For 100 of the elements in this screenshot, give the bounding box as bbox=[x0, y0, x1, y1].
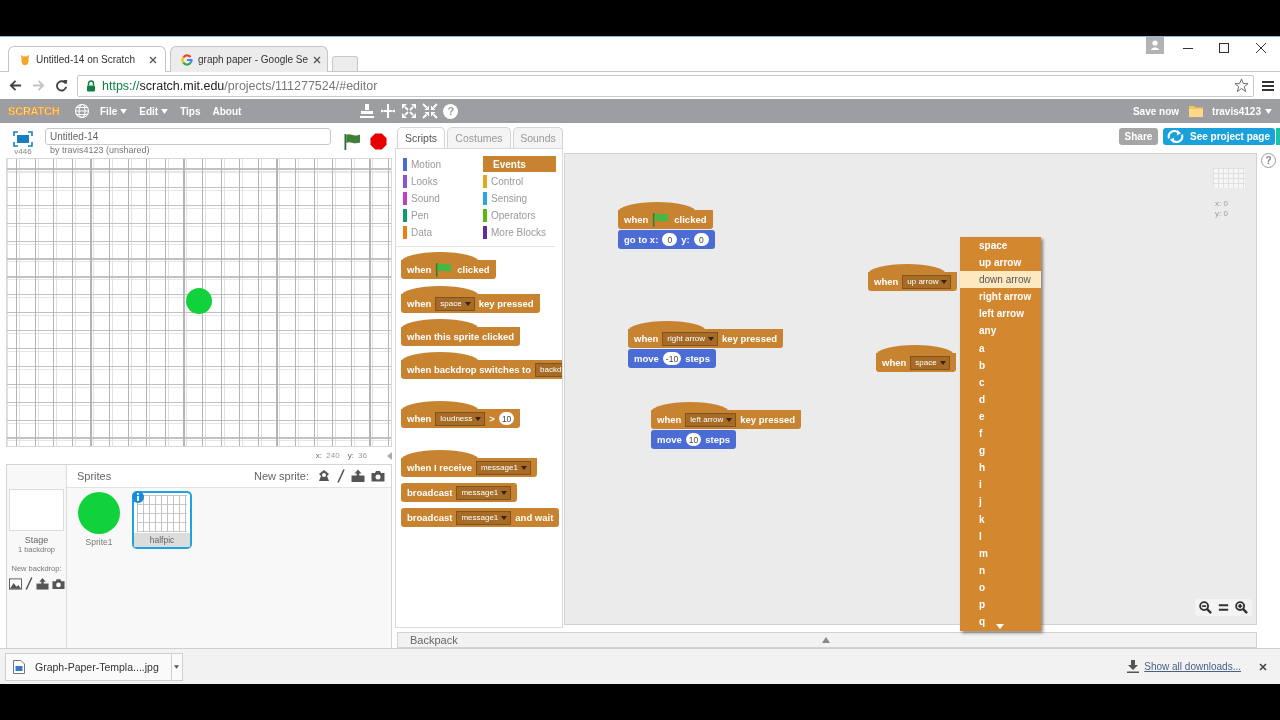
paintbrush-icon[interactable] bbox=[337, 469, 345, 483]
menu-item[interactable]: space bbox=[960, 237, 1041, 255]
menu-item[interactable]: Edit bbox=[139, 105, 169, 117]
hat-block[interactable]: when clicked bbox=[618, 202, 713, 229]
block-dropdown[interactable]: space bbox=[910, 355, 950, 370]
zoom-out-icon[interactable] bbox=[1199, 601, 1212, 614]
download-item[interactable]: Graph-Paper-Templa....jpg bbox=[5, 652, 171, 681]
menu-item[interactable]: k bbox=[960, 510, 1041, 528]
menu-item[interactable]: a bbox=[960, 339, 1041, 357]
show-all-downloads-link[interactable]: Show all downloads... bbox=[1144, 661, 1241, 672]
shrink-icon[interactable] bbox=[422, 103, 439, 119]
hat-block[interactable]: when space bbox=[876, 345, 956, 372]
command-block[interactable]: move 10 steps bbox=[651, 430, 737, 449]
menu-item[interactable]: i bbox=[960, 476, 1041, 494]
stamp-icon[interactable] bbox=[359, 103, 376, 119]
block-dropdown[interactable]: message1 bbox=[456, 485, 512, 500]
menu-item[interactable]: h bbox=[960, 459, 1041, 477]
block-dropdown[interactable]: message1 bbox=[475, 460, 531, 475]
camera-icon[interactable] bbox=[371, 469, 385, 483]
flag-icon[interactable] bbox=[343, 133, 361, 150]
category-item[interactable]: Sound bbox=[403, 190, 476, 206]
menu-item[interactable]: f bbox=[960, 425, 1041, 443]
menu-icon[interactable] bbox=[1262, 79, 1274, 92]
see-project-page-button[interactable]: See project page bbox=[1163, 128, 1275, 145]
hat-block[interactable]: when clicked bbox=[401, 252, 496, 279]
user-menu[interactable]: travis4123 bbox=[1212, 105, 1272, 117]
zoom-in-icon[interactable] bbox=[1235, 601, 1248, 614]
category-item[interactable]: Control bbox=[483, 173, 556, 189]
project-title-field[interactable]: Untitled-14 bbox=[45, 128, 331, 145]
browser-tab[interactable]: graph paper - Google Se bbox=[170, 46, 328, 72]
menu-item[interactable]: down arrow bbox=[960, 271, 1041, 289]
menu-item[interactable]: b bbox=[960, 356, 1041, 374]
address-bar[interactable]: https://scratch.mit.edu/projects/111277524/#editor bbox=[77, 74, 1254, 97]
menu-item[interactable]: About bbox=[212, 105, 242, 117]
menu-item[interactable]: e bbox=[960, 407, 1041, 426]
sprite-tile[interactable]: Sprite1 bbox=[74, 491, 124, 549]
command-block[interactable]: move -10 steps bbox=[628, 349, 716, 368]
image-icon[interactable] bbox=[8, 577, 22, 590]
palette-tab[interactable]: Sounds bbox=[513, 127, 563, 148]
hat-block[interactable]: when I receive message1 bbox=[401, 450, 537, 477]
star-icon[interactable] bbox=[1234, 78, 1249, 93]
menu-item[interactable]: any bbox=[960, 322, 1041, 340]
hat-block[interactable]: when up arrow bbox=[868, 264, 958, 291]
command-block[interactable]: broadcast message1 bbox=[401, 483, 518, 502]
menu-item[interactable]: n bbox=[960, 561, 1041, 579]
menu-item[interactable]: right arrow bbox=[960, 288, 1041, 306]
block-dropdown[interactable]: space bbox=[435, 296, 475, 311]
category-item[interactable]: Data bbox=[403, 224, 476, 240]
close-icon[interactable] bbox=[313, 55, 322, 64]
upload-icon[interactable] bbox=[351, 469, 365, 483]
sprite-tile[interactable]: halfpic bbox=[132, 491, 192, 549]
menu-item[interactable]: c bbox=[960, 373, 1041, 391]
close-icon[interactable] bbox=[149, 55, 157, 64]
globe-icon[interactable] bbox=[74, 103, 90, 119]
command-block[interactable]: broadcast message1 and wait bbox=[401, 508, 560, 527]
hat-block[interactable]: when this sprite clicked bbox=[401, 319, 521, 346]
category-item[interactable]: Looks bbox=[403, 173, 476, 189]
upload-icon[interactable] bbox=[35, 577, 49, 590]
fullscreen-icon[interactable] bbox=[13, 131, 33, 147]
block-dropdown[interactable]: message1 bbox=[456, 510, 512, 525]
info-icon[interactable] bbox=[132, 491, 144, 503]
menu-item[interactable]: Tips bbox=[180, 105, 201, 117]
stage-thumbnail[interactable] bbox=[9, 489, 64, 531]
menu-item[interactable]: j bbox=[960, 493, 1041, 511]
number-input[interactable]: 10 bbox=[685, 433, 702, 446]
category-item[interactable]: Pen bbox=[403, 207, 476, 223]
close-icon[interactable] bbox=[1259, 662, 1267, 671]
backpack-bar[interactable]: Backpack bbox=[397, 632, 1257, 648]
number-input[interactable]: 0 bbox=[693, 233, 709, 246]
menu-item[interactable]: o bbox=[960, 578, 1041, 596]
number-input[interactable]: -10 bbox=[662, 352, 682, 365]
category-item[interactable]: More Blocks bbox=[483, 224, 556, 240]
block-dropdown[interactable]: up arrow bbox=[902, 274, 952, 289]
reset-zoom-icon[interactable] bbox=[1217, 601, 1230, 614]
menu-item[interactable]: d bbox=[960, 390, 1041, 408]
block-dropdown[interactable]: loudness bbox=[435, 411, 486, 426]
command-block[interactable]: go to x: 0 y: 0 bbox=[618, 230, 715, 249]
category-item[interactable]: Sensing bbox=[483, 190, 556, 206]
save-now-link[interactable]: Save now bbox=[1132, 105, 1180, 117]
menu-item[interactable]: q bbox=[960, 613, 1041, 631]
block-dropdown[interactable]: left arrow bbox=[685, 412, 737, 427]
palette-tab[interactable]: Costumes bbox=[447, 127, 511, 148]
hat-block[interactable]: when left arrow key pressed bbox=[651, 402, 802, 429]
logo[interactable]: SCRATCH bbox=[8, 105, 60, 117]
plus-cross-icon[interactable] bbox=[380, 103, 397, 119]
sprite-figure-icon[interactable] bbox=[317, 469, 331, 483]
hat-block[interactable]: when space key pressed bbox=[401, 286, 540, 313]
number-input[interactable]: 0 bbox=[662, 233, 678, 246]
block-dropdown[interactable]: right arrow bbox=[662, 331, 719, 346]
grow-icon[interactable] bbox=[401, 103, 418, 119]
number-input[interactable]: 10 bbox=[498, 412, 515, 425]
category-item[interactable]: Events bbox=[483, 156, 556, 172]
menu-item[interactable]: l bbox=[960, 527, 1041, 545]
help-button[interactable]: ? bbox=[443, 103, 459, 119]
menu-item[interactable]: m bbox=[960, 544, 1041, 562]
block-dropdown[interactable]: backd bbox=[535, 362, 562, 377]
category-item[interactable]: Motion bbox=[403, 156, 476, 172]
browser-tab[interactable]: Untitled-14 on Scratch bbox=[8, 46, 166, 72]
paintbrush-icon[interactable] bbox=[24, 577, 33, 590]
menu-item[interactable]: left arrow bbox=[960, 305, 1041, 323]
